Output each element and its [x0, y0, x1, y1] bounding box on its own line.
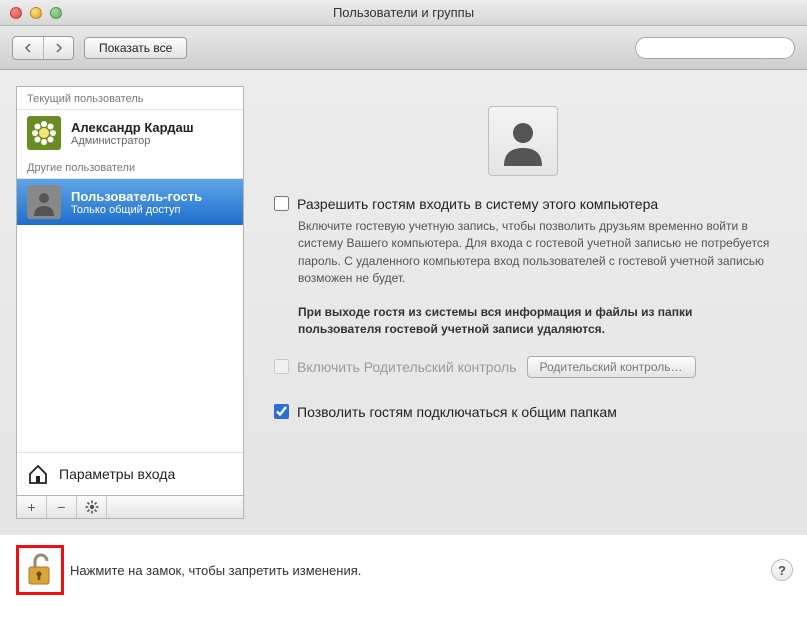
- sidebar-toolbar: + −: [16, 495, 244, 519]
- flower-avatar-icon: [30, 119, 58, 147]
- sidebar: Текущий пользователь Александр Кардаш Ад…: [16, 86, 244, 519]
- lock-highlight-box: [16, 545, 64, 595]
- nav-buttons: [12, 36, 74, 60]
- titlebar: Пользователи и группы: [0, 0, 807, 26]
- minimize-window-button[interactable]: [30, 7, 42, 19]
- question-mark-icon: ?: [778, 563, 786, 578]
- user-list: Текущий пользователь Александр Кардаш Ад…: [16, 86, 244, 495]
- plus-icon: +: [27, 499, 35, 515]
- user-role: Администратор: [71, 135, 194, 147]
- selected-user-avatar[interactable]: [488, 106, 558, 176]
- user-row-current[interactable]: Александр Кардаш Администратор: [17, 110, 243, 156]
- allow-guests-checkbox[interactable]: [274, 196, 289, 211]
- silhouette-icon: [30, 188, 58, 216]
- unlocked-padlock-icon[interactable]: [25, 552, 55, 588]
- add-user-button[interactable]: +: [17, 496, 47, 518]
- open-parental-controls-button[interactable]: Родительский контроль…: [527, 356, 696, 378]
- current-user-section-label: Текущий пользователь: [17, 87, 243, 110]
- window-title: Пользователи и группы: [0, 5, 807, 20]
- user-name: Александр Кардаш: [71, 120, 194, 135]
- other-users-section-label: Другие пользователи: [17, 156, 243, 179]
- user-name: Пользователь-гость: [71, 189, 202, 204]
- chevron-right-icon: [54, 43, 64, 53]
- content-pane: Разрешить гостям входить в систему этого…: [244, 86, 791, 519]
- toolbar: Показать все: [0, 26, 807, 70]
- parental-enable-checkbox: [274, 359, 289, 374]
- lock-text: Нажмите на замок, чтобы запретить измене…: [70, 563, 361, 578]
- footer: Нажмите на замок, чтобы запретить измене…: [0, 535, 807, 605]
- allow-shares-row: Позволить гостям подключаться к общим па…: [274, 404, 771, 420]
- user-row-guest[interactable]: Пользователь-гость Только общий доступ: [17, 179, 243, 225]
- user-role: Только общий доступ: [71, 204, 202, 216]
- house-icon: [27, 463, 49, 485]
- allow-guests-row: Разрешить гостям входить в систему этого…: [274, 196, 771, 212]
- login-options-button[interactable]: Параметры входа: [17, 452, 243, 495]
- forward-button[interactable]: [43, 37, 73, 59]
- show-all-button[interactable]: Показать все: [84, 37, 187, 59]
- search-field[interactable]: [635, 37, 795, 59]
- remove-user-button[interactable]: −: [47, 496, 77, 518]
- help-button[interactable]: ?: [771, 559, 793, 581]
- parental-control-row: Включить Родительский контроль Родительс…: [274, 356, 771, 378]
- avatar: [27, 116, 61, 150]
- gear-icon: [85, 500, 99, 514]
- parental-enable-label: Включить Родительский контроль: [297, 359, 517, 375]
- allow-shares-checkbox[interactable]: [274, 404, 289, 419]
- guest-logout-note-text: При выходе гостя из системы вся информац…: [298, 304, 771, 339]
- avatar: [27, 185, 61, 219]
- window-controls: [10, 7, 62, 19]
- zoom-window-button[interactable]: [50, 7, 62, 19]
- allow-guests-label: Разрешить гостям входить в систему этого…: [297, 196, 658, 212]
- back-button[interactable]: [13, 37, 43, 59]
- allow-shares-label: Позволить гостям подключаться к общим па…: [297, 404, 617, 420]
- guest-note-text: Включите гостевую учетную запись, чтобы …: [298, 218, 771, 288]
- actions-button[interactable]: [77, 496, 107, 518]
- silhouette-icon: [498, 116, 548, 166]
- chevron-left-icon: [23, 43, 33, 53]
- login-options-label: Параметры входа: [59, 466, 175, 482]
- search-input[interactable]: [649, 41, 804, 55]
- open-parental-controls-label: Родительский контроль…: [540, 360, 683, 374]
- body-area: Текущий пользователь Александр Кардаш Ад…: [0, 70, 807, 535]
- show-all-label: Показать все: [99, 41, 172, 55]
- close-window-button[interactable]: [10, 7, 22, 19]
- minus-icon: −: [57, 499, 65, 515]
